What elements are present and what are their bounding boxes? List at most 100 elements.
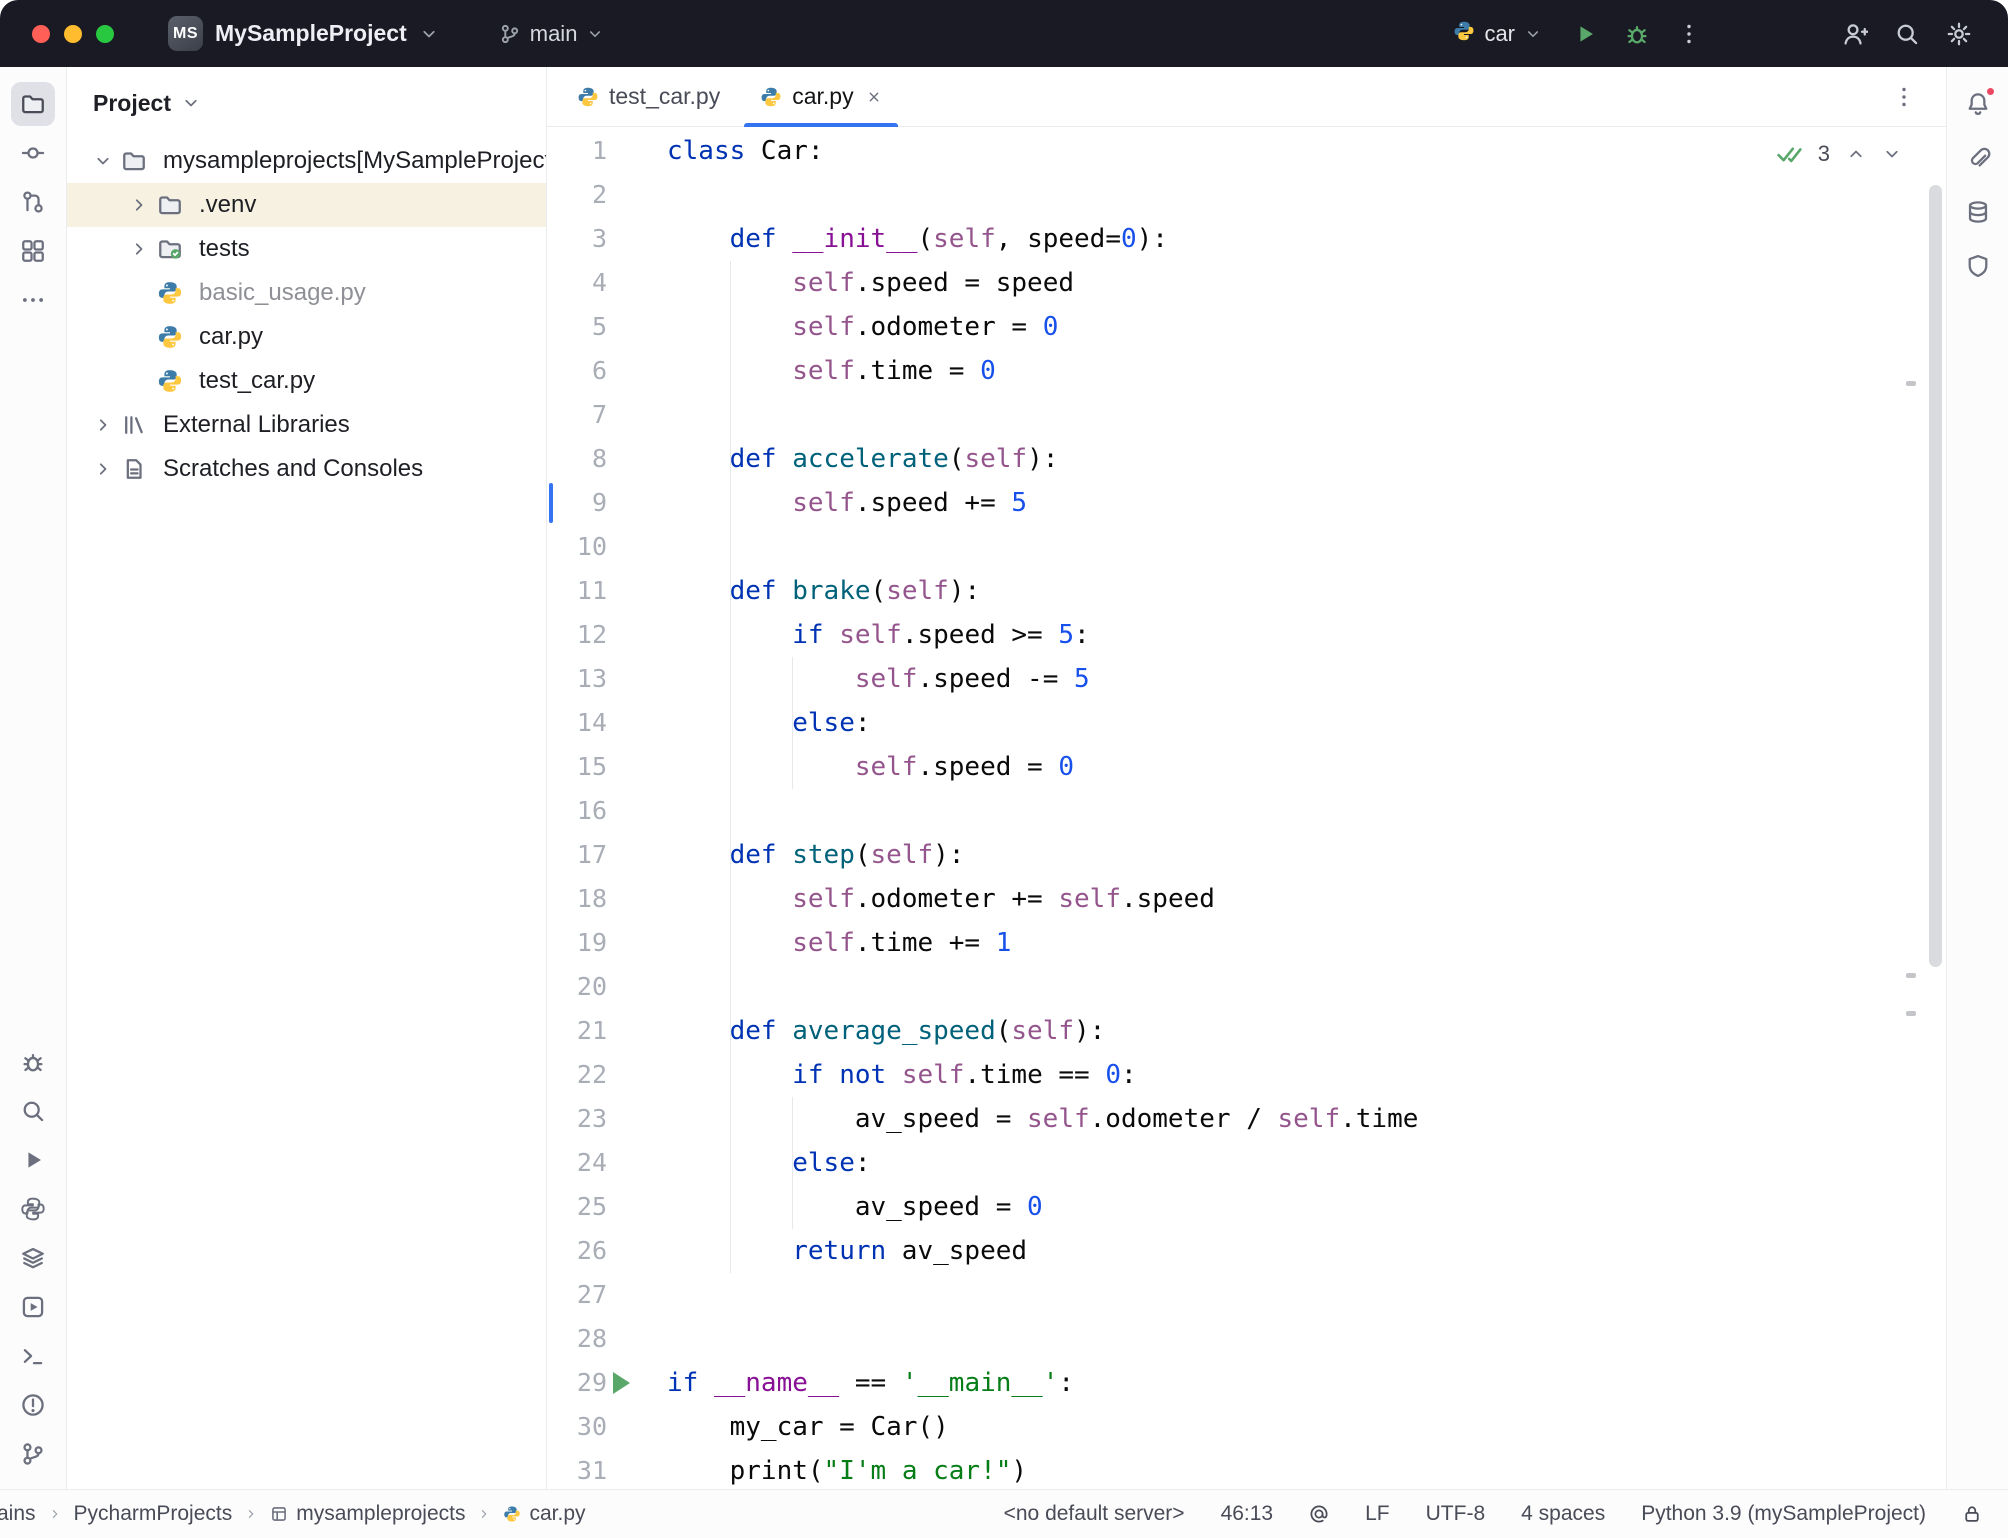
run-button[interactable] — [1564, 13, 1606, 55]
settings-button[interactable] — [1938, 13, 1980, 55]
tool-services-button[interactable] — [11, 1236, 55, 1280]
editor-tab-test_car-py[interactable]: test_car.py — [557, 67, 740, 126]
tree-item-basic-usage-py[interactable]: basic_usage.py — [67, 271, 546, 315]
status-utf-8[interactable]: UTF-8 — [1426, 1502, 1486, 1526]
code-line-19[interactable]: 19 self.time += 1 — [547, 921, 1946, 965]
tool-run-anything-button[interactable] — [11, 1285, 55, 1329]
more-actions-button[interactable] — [1668, 13, 1710, 55]
tool-more-tools-button[interactable] — [11, 278, 55, 322]
minimize-window-button[interactable] — [64, 25, 82, 43]
code-line-16[interactable]: 16 — [547, 789, 1946, 833]
code-line-1[interactable]: 1class Car: — [547, 129, 1946, 173]
project-panel-header[interactable]: Project — [67, 67, 546, 139]
breadcrumb-rains[interactable]: rains — [0, 1502, 36, 1526]
tool-commit-button[interactable] — [11, 131, 55, 175]
tool-run-button[interactable] — [11, 1138, 55, 1182]
tool-python-packages-button[interactable] — [11, 1187, 55, 1231]
next-problem-button[interactable] — [1882, 144, 1902, 164]
dblcheck-icon — [1776, 141, 1802, 167]
tool-notifications-button[interactable] — [1956, 82, 2000, 126]
code-line-23[interactable]: 23 av_speed = self.odometer / self.time — [547, 1097, 1946, 1141]
code-editor[interactable]: 1class Car:23 def __init__(self, speed=0… — [547, 127, 1946, 1489]
search-everywhere-button[interactable] — [1886, 13, 1928, 55]
code-line-7[interactable]: 7 — [547, 393, 1946, 437]
code-line-29[interactable]: 29if __name__ == '__main__': — [547, 1361, 1946, 1405]
tool-problems-button[interactable] — [11, 1383, 55, 1427]
code-line-21[interactable]: 21 def average_speed(self): — [547, 1009, 1946, 1053]
code-line-22[interactable]: 22 if not self.time == 0: — [547, 1053, 1946, 1097]
code-line-30[interactable]: 30 my_car = Car() — [547, 1405, 1946, 1449]
code-line-6[interactable]: 6 self.time = 0 — [547, 349, 1946, 393]
code-line-3[interactable]: 3 def __init__(self, speed=0): — [547, 217, 1946, 261]
tool-coverage-button[interactable] — [1956, 244, 2000, 288]
code-line-10[interactable]: 10 — [547, 525, 1946, 569]
database-icon — [1965, 199, 1991, 225]
debug-icon — [20, 1049, 46, 1075]
code-line-18[interactable]: 18 self.odometer += self.speed — [547, 877, 1946, 921]
zoom-window-button[interactable] — [96, 25, 114, 43]
tool-find-button[interactable] — [11, 1089, 55, 1133]
code-line-27[interactable]: 27 — [547, 1273, 1946, 1317]
code-line-20[interactable]: 20 — [547, 965, 1946, 1009]
tool-pull-requests-button[interactable] — [11, 180, 55, 224]
status-at[interactable] — [1309, 1504, 1329, 1524]
tool-ai-assistant-button[interactable] — [1956, 136, 2000, 180]
code-line-31[interactable]: 31 print("I'm a car!") — [547, 1449, 1946, 1489]
code-line-9[interactable]: 9 self.speed += 5 — [547, 481, 1946, 525]
code-line-5[interactable]: 5 self.odometer = 0 — [547, 305, 1946, 349]
breadcrumb-pycharmprojects[interactable]: PycharmProjects — [74, 1502, 233, 1526]
tree-item-tests[interactable]: tests — [67, 227, 546, 271]
code-line-12[interactable]: 12 if self.speed >= 5: — [547, 613, 1946, 657]
close-tab-button[interactable] — [866, 89, 882, 105]
scrollbar-thumb[interactable] — [1929, 185, 1942, 967]
tool-debug-button[interactable] — [11, 1040, 55, 1084]
status-lock[interactable] — [1962, 1504, 1982, 1524]
code-line-26[interactable]: 26 return av_speed — [547, 1229, 1946, 1273]
code-text: self.speed = 0 — [647, 745, 1074, 789]
run-line-button[interactable] — [613, 1372, 630, 1394]
code-line-25[interactable]: 25 av_speed = 0 — [547, 1185, 1946, 1229]
tool-database-button[interactable] — [1956, 190, 2000, 234]
prev-problem-button[interactable] — [1846, 144, 1866, 164]
debug-button[interactable] — [1616, 13, 1658, 55]
code-line-28[interactable]: 28 — [547, 1317, 1946, 1361]
breadcrumb-mysampleprojects[interactable]: mysampleprojects — [270, 1502, 465, 1526]
code-line-8[interactable]: 8 def accelerate(self): — [547, 437, 1946, 481]
status-4-spaces[interactable]: 4 spaces — [1521, 1502, 1605, 1526]
editor-tab-car-py[interactable]: car.py — [740, 67, 901, 126]
kebab-icon — [1677, 22, 1701, 46]
code-line-11[interactable]: 11 def brake(self): — [547, 569, 1946, 613]
editor-tabbar: test_car.pycar.py — [547, 67, 1946, 127]
tree-item--venv[interactable]: .venv — [67, 183, 546, 227]
code-line-15[interactable]: 15 self.speed = 0 — [547, 745, 1946, 789]
line-number: 15 — [547, 745, 647, 789]
status-46-13[interactable]: 46:13 — [1221, 1502, 1274, 1526]
tree-item-mysampleprojects[interactable]: mysampleprojects [MySampleProject] — [67, 139, 546, 183]
branch-widget[interactable]: main — [499, 21, 605, 47]
tree-item-test-car-py[interactable]: test_car.py — [67, 359, 546, 403]
tool-project-button[interactable] — [11, 82, 55, 126]
inspections-widget[interactable]: 3 — [1776, 141, 1902, 167]
tree-item-external-libraries[interactable]: External Libraries — [67, 403, 546, 447]
code-line-24[interactable]: 24 else: — [547, 1141, 1946, 1185]
status-no-default-server[interactable]: <no default server> — [1004, 1502, 1185, 1526]
code-line-17[interactable]: 17 def step(self): — [547, 833, 1946, 877]
left-strip-top — [11, 77, 55, 327]
project-widget[interactable]: MS MySampleProject — [168, 16, 439, 51]
tree-item-car-py[interactable]: car.py — [67, 315, 546, 359]
code-line-13[interactable]: 13 self.speed -= 5 — [547, 657, 1946, 701]
tool-structure-button[interactable] — [11, 229, 55, 273]
tool-version-control-button[interactable] — [11, 1432, 55, 1476]
status-lf[interactable]: LF — [1365, 1502, 1390, 1526]
code-line-2[interactable]: 2 — [547, 173, 1946, 217]
tab-options-button[interactable] — [1892, 85, 1916, 109]
close-window-button[interactable] — [32, 25, 50, 43]
tree-item-scratches-and-consoles[interactable]: Scratches and Consoles — [67, 447, 546, 491]
breadcrumb-car-py[interactable]: car.py — [503, 1502, 585, 1526]
code-with-me-button[interactable] — [1834, 13, 1876, 55]
code-line-14[interactable]: 14 else: — [547, 701, 1946, 745]
status-python-3-9-mysampleproject[interactable]: Python 3.9 (mySampleProject) — [1641, 1502, 1926, 1526]
run-config-selector[interactable]: car — [1453, 20, 1542, 48]
tool-terminal-button[interactable] — [11, 1334, 55, 1378]
code-line-4[interactable]: 4 self.speed = speed — [547, 261, 1946, 305]
